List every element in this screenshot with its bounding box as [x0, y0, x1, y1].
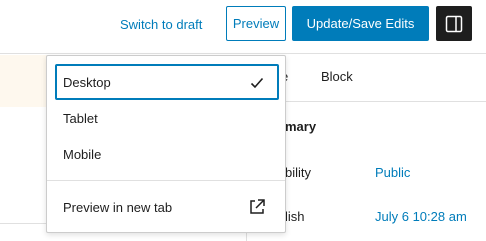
- tab-block[interactable]: Block: [321, 69, 353, 84]
- editor-header: Switch to draft Preview Update/Save Edit…: [0, 0, 486, 54]
- menu-item-label: Mobile: [63, 146, 102, 162]
- preview-button[interactable]: Preview: [226, 6, 286, 41]
- menu-item-desktop[interactable]: Desktop: [55, 64, 279, 100]
- menu-separator: [47, 180, 285, 181]
- menu-item-label: Tablet: [63, 110, 98, 126]
- visibility-value-button[interactable]: Public: [375, 165, 410, 180]
- external-link-icon: [250, 199, 265, 214]
- preview-dropdown-menu: Desktop Tablet Mobile Preview in new tab: [46, 55, 286, 233]
- switch-to-draft-button[interactable]: Switch to draft: [120, 13, 202, 37]
- publish-label: lish: [285, 209, 305, 224]
- menu-item-label: Preview in new tab: [63, 199, 173, 215]
- menu-item-label: Desktop: [63, 74, 111, 90]
- preview-button-label: Preview: [232, 16, 280, 31]
- summary-heading: mary: [285, 119, 317, 134]
- update-save-button-label: Update/Save Edits: [306, 16, 415, 31]
- preview-in-new-tab-item[interactable]: Preview in new tab: [55, 189, 279, 225]
- visibility-label: bility: [285, 165, 312, 180]
- menu-item-tablet[interactable]: Tablet: [55, 100, 279, 136]
- menu-item-mobile[interactable]: Mobile: [55, 136, 279, 172]
- checkmark-icon: [250, 77, 264, 89]
- settings-sidebar-toggle[interactable]: [436, 6, 472, 41]
- publish-date-button[interactable]: July 6 10:28 am: [375, 209, 467, 224]
- update-save-button[interactable]: Update/Save Edits: [292, 6, 429, 41]
- sidebar-icon: [445, 15, 463, 32]
